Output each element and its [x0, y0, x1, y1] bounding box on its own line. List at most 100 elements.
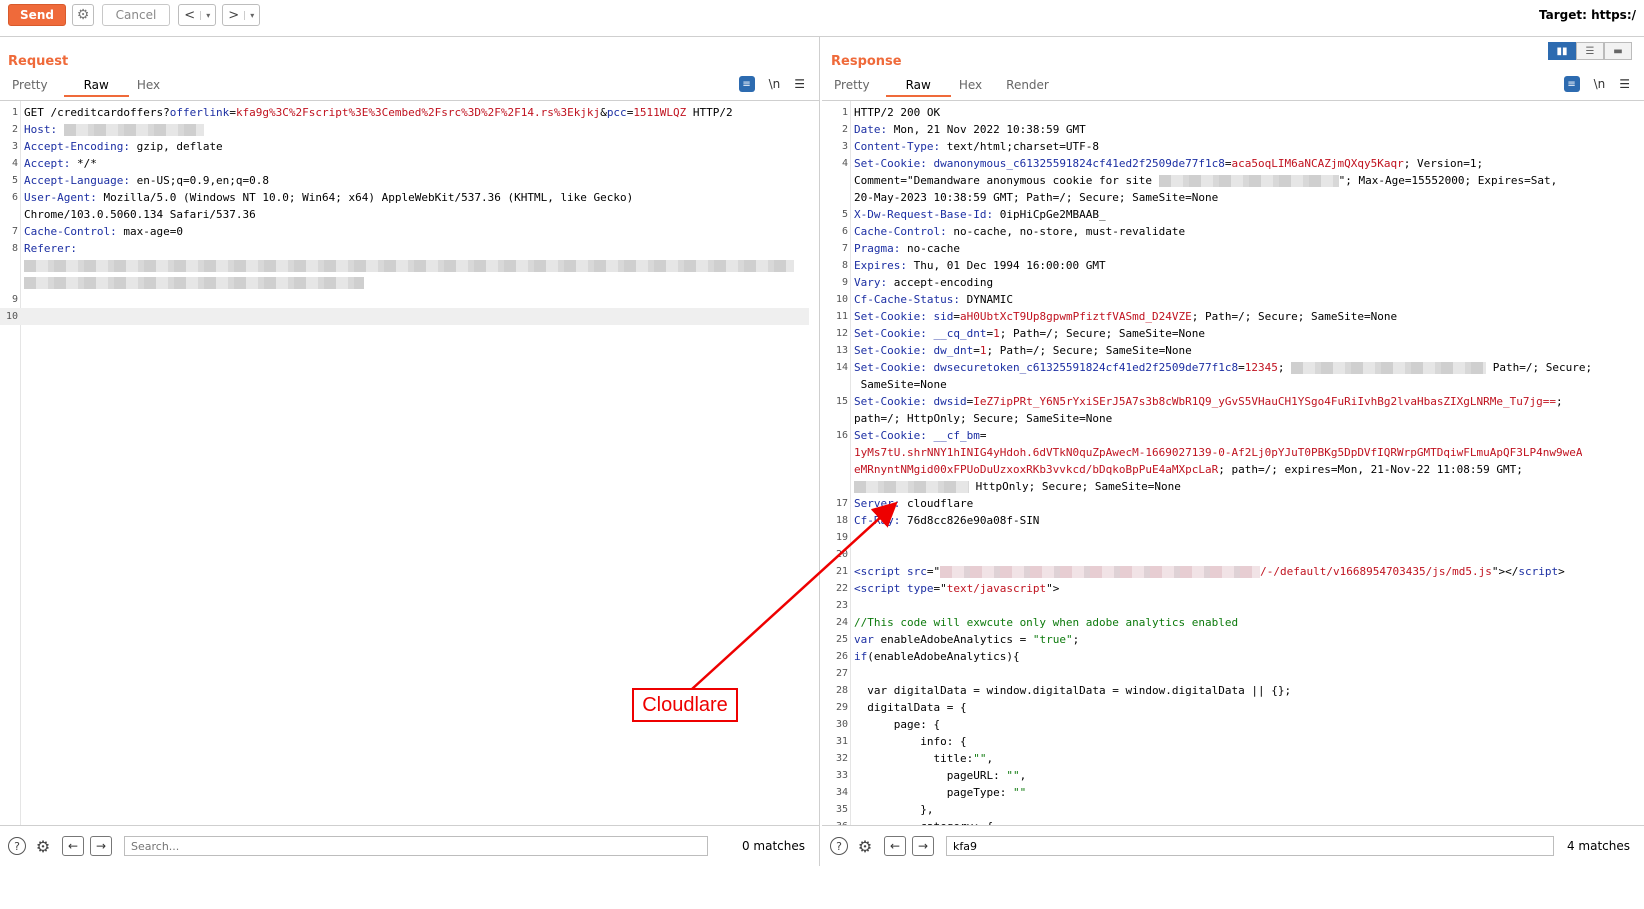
stacked-layout-icon[interactable]: ☰ [1576, 42, 1604, 60]
response-lines: 1 HTTP/2 200 OK 2 Date: Mon, 21 Nov 2022 1… [822, 104, 1634, 826]
code-line: HttpOnly; Secure; SameSite=None [822, 478, 1634, 495]
single-pane-layout-icon[interactable]: ▬ [1604, 42, 1632, 60]
newline-toggle-icon[interactable]: \n [1594, 77, 1606, 91]
request-tab-pretty[interactable]: Pretty [4, 78, 64, 97]
code-line: 33 pageURL: "", [835, 769, 1027, 782]
code-line: 30 page: { [835, 718, 941, 731]
previous-match-arrow-icon[interactable]: ← [884, 836, 906, 856]
code-line: 10 Cf-Cache-Status: DYNAMIC [835, 293, 1013, 306]
code-line: 11 Set-Cookie: sid=aH0UbtXcT9Up8gpwmPfizt… [835, 310, 1398, 323]
code-line: 4 Set-Cookie: dwanonymous_c61325591824cf4… [841, 157, 1484, 170]
help-icon[interactable]: ? [830, 837, 848, 855]
code-line: 12 Set-Cookie: __cq_dnt=1; Path=/; Secure… [835, 327, 1206, 340]
code-line: 16 Set-Cookie: __cf_bm= [835, 429, 987, 442]
request-tabs: Pretty Raw Hex [4, 78, 176, 97]
code-line: 18 Cf-Ray: 76d8cc826e90a08f-SIN [835, 514, 1040, 527]
code-line: 31 info: { [835, 735, 967, 748]
side-by-side-layout-icon[interactable]: ▮▮ [1548, 42, 1576, 60]
response-title: Response [831, 54, 902, 69]
code-line: 1 HTTP/2 200 OK [841, 106, 941, 119]
request-search-input[interactable] [124, 836, 708, 856]
send-button[interactable]: Send [8, 4, 66, 26]
settings-gear-icon[interactable]: ⚙ [72, 4, 94, 26]
code-line: 13 Set-Cookie: dw_dnt=1; Path=/; Secure; … [835, 344, 1192, 357]
menu-icon[interactable]: ☰ [1619, 77, 1630, 91]
code-line: 25 var enableAdobeAnalytics = "true"; [835, 633, 1080, 646]
code-line: 14 Set-Cookie: dwsecuretoken_c61325591824… [835, 361, 1593, 374]
response-tab-render[interactable]: Render [998, 78, 1065, 97]
response-view-icons: ≡ \n ☰ [1563, 76, 1630, 92]
code-line: 5 Accept-Language: en-US;q=0.9,en;q=0.8 [11, 174, 270, 187]
chevron-right-icon: > [228, 7, 240, 23]
response-tab-pretty[interactable]: Pretty [826, 78, 886, 97]
code-line: 19 [835, 532, 848, 543]
code-line: 3 Content-Type: text/html;charset=UTF-8 [841, 140, 1100, 153]
code-line: 29 digitalData = { [835, 701, 967, 714]
target-label[interactable]: Target: https:/ [1539, 8, 1636, 22]
previous-match-arrow-icon[interactable]: ← [62, 836, 84, 856]
code-line: 8 Referer: [11, 242, 77, 255]
layout-toggle-group: ▮▮ ☰ ▬ [1548, 42, 1632, 60]
code-line: 26 if(enableAdobeAnalytics){ [835, 650, 1020, 663]
code-line: 2 Date: Mon, 21 Nov 2022 10:38:59 GMT [841, 123, 1086, 136]
code-line: 28 var digitalData = window.digitalData … [835, 684, 1292, 697]
code-line: 6 User-Agent: Mozilla/5.0 (Windows NT 10.… [11, 191, 634, 204]
chevron-left-icon: < [184, 7, 196, 23]
code-line: 9 [11, 294, 18, 305]
code-line: 7 Pragma: no-cache [841, 242, 960, 255]
word-wrap-icon[interactable]: ≡ [1563, 76, 1580, 92]
code-line: 20-May-2023 10:38:59 GMT; Path=/; Secure… [854, 191, 1219, 204]
code-line: 1yMs7tU.shrNNY1hINIG4yHdoh.6dVTkN0quZpAw… [854, 446, 1583, 459]
search-settings-gear-icon[interactable]: ⚙ [856, 837, 874, 856]
request-matches-count: 0 matches [741, 839, 805, 853]
forward-button[interactable]: > ▾ [222, 4, 260, 26]
response-tab-raw[interactable]: Raw [885, 78, 951, 97]
code-line-cursor: 10 [0, 308, 809, 325]
response-editor[interactable]: 1 HTTP/2 200 OK 2 Date: Mon, 21 Nov 2022 1… [822, 100, 1644, 826]
code-line: 7 Cache-Control: max-age=0 [11, 225, 183, 238]
back-button[interactable]: < ▾ [178, 4, 216, 26]
next-match-arrow-icon[interactable]: → [912, 836, 934, 856]
next-match-arrow-icon[interactable]: → [90, 836, 112, 856]
back-dropdown-icon[interactable]: ▾ [200, 10, 215, 20]
response-tabs: Pretty Raw Hex Render [826, 78, 1065, 97]
code-line: 6 Cache-Control: no-cache, no-store, must… [841, 225, 1186, 238]
code-line: 5 X-Dw-Request-Base-Id: 0ipHiCpGe2MBAAB_ [841, 208, 1106, 221]
code-line: 4 Accept: */* [11, 157, 97, 170]
code-line: path=/; HttpOnly; Secure; SameSite=None [854, 412, 1113, 425]
cancel-button[interactable]: Cancel [102, 4, 170, 26]
code-line: 8 Expires: Thu, 01 Dec 1994 16:00:00 GMT [841, 259, 1106, 272]
code-line: 20 [835, 549, 848, 560]
response-search-input[interactable] [946, 836, 1554, 856]
response-pane: ▮▮ ☰ ▬ Response Pretty Raw Hex Render ≡ … [822, 36, 1644, 866]
request-search-bar: ? ⚙ ← → 0 matches [0, 825, 819, 866]
search-settings-gear-icon[interactable]: ⚙ [34, 837, 52, 856]
code-line: SameSite=None [854, 378, 947, 391]
code-line: 27 [835, 668, 848, 679]
code-line: 21 <script src="/-/default/v1668954703435… [835, 565, 1565, 578]
code-line: Comment="Demandware anonymous cookie for… [854, 174, 1558, 187]
code-line [0, 274, 809, 291]
code-line: 17 Server: cloudflare [835, 497, 974, 510]
newline-toggle-icon[interactable]: \n [769, 77, 781, 91]
code-line: eMRnyntNMgid00xFPUoDuUzxoxRKb3vvkcd/bDqk… [854, 463, 1523, 476]
menu-icon[interactable]: ☰ [794, 77, 805, 91]
response-matches-count: 4 matches [1566, 839, 1630, 853]
code-line: 9 Vary: accept-encoding [841, 276, 994, 289]
response-search-bar: ? ⚙ ← → 4 matches [822, 825, 1644, 866]
word-wrap-icon[interactable]: ≡ [738, 76, 755, 92]
help-icon[interactable]: ? [8, 837, 26, 855]
request-view-icons: ≡ \n ☰ [738, 76, 805, 92]
code-line: 23 [835, 600, 848, 611]
code-line: 34 pageType: "" [835, 786, 1027, 799]
forward-dropdown-icon[interactable]: ▾ [244, 10, 259, 20]
code-line: 3 Accept-Encoding: gzip, deflate [11, 140, 223, 153]
request-tab-raw[interactable]: Raw [63, 78, 129, 97]
code-line: Chrome/103.0.5060.134 Safari/537.36 [24, 208, 256, 221]
request-pane: Request Pretty Raw Hex ≡ \n ☰ 1 GET /cred… [0, 36, 820, 866]
code-line [0, 257, 809, 274]
request-tab-hex[interactable]: Hex [129, 78, 176, 97]
code-line: 1 GET /creditcardoffers?offerlink=kfa9g%3… [11, 106, 733, 119]
response-tab-hex[interactable]: Hex [951, 78, 998, 97]
request-lines: 1 GET /creditcardoffers?offerlink=kfa9g%3… [0, 104, 809, 325]
